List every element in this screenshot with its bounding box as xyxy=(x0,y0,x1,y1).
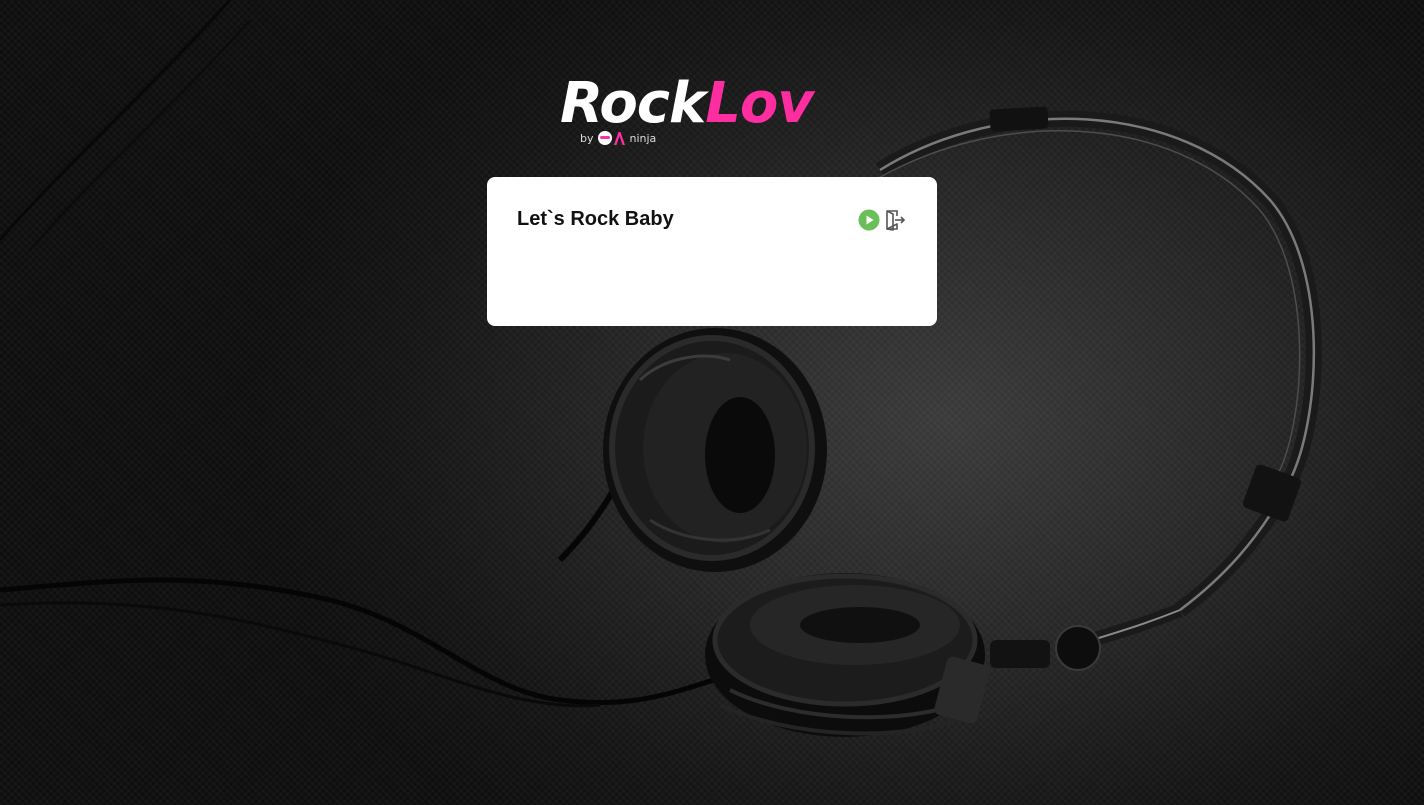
qaninja-mark-icon xyxy=(597,130,627,146)
byline-prefix: by xyxy=(580,131,594,145)
logo-byline: by ninja xyxy=(580,130,656,146)
login-page: RockLov by ninja Let`s Rock Baby xyxy=(0,0,1424,805)
welcome-card: Let`s Rock Baby xyxy=(487,177,937,326)
logo-text-lov: Lov xyxy=(705,71,814,136)
play-button[interactable] xyxy=(857,208,881,232)
play-icon xyxy=(858,209,880,231)
card-actions xyxy=(857,208,907,232)
logo-wordmark: RockLov xyxy=(560,71,814,136)
logout-button[interactable] xyxy=(883,208,907,232)
byline-suffix: ninja xyxy=(629,131,657,145)
logout-icon xyxy=(886,210,906,231)
logo-text-rock: Rock xyxy=(560,71,706,136)
rocklov-logo: RockLov by ninja xyxy=(560,72,870,150)
card-title: Let`s Rock Baby xyxy=(517,208,674,230)
